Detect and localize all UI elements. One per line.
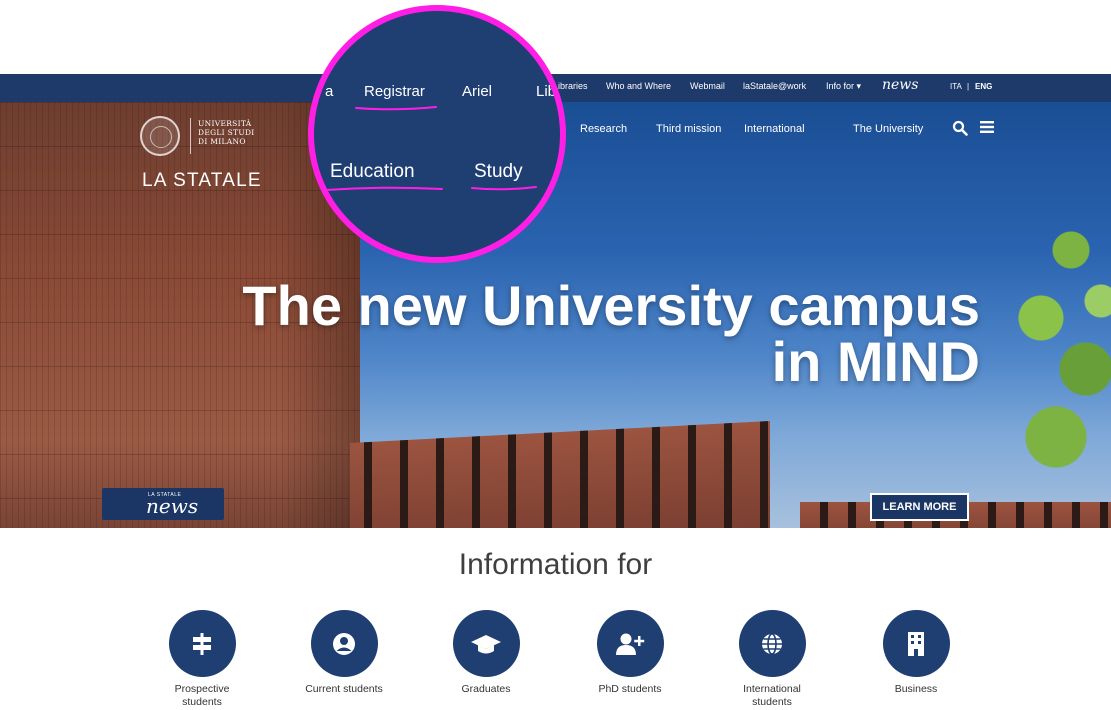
learn-more-button[interactable]: LEARN MORE xyxy=(870,493,969,521)
topbar-link-lastatale-work[interactable]: laStatale@work xyxy=(743,81,806,91)
lang-separator: | xyxy=(967,82,970,91)
magnified-nav-study[interactable]: Study xyxy=(474,161,523,183)
topbar-link-webmail[interactable]: Webmail xyxy=(690,81,725,91)
lang-ita[interactable]: ITA xyxy=(950,82,962,91)
magnified-link-partial[interactable]: a xyxy=(325,83,333,100)
building-icon xyxy=(882,610,950,677)
info-label-phd: PhD students xyxy=(598,683,662,695)
university-logo[interactable]: UNIVERSITÀ DEGLI STUDI DI MILANO LA STAT… xyxy=(140,116,300,196)
user-plus-icon xyxy=(596,610,664,677)
education-underline-annotation xyxy=(325,186,443,191)
registrar-underline-annotation xyxy=(355,106,437,111)
info-international-students[interactable]: International students xyxy=(712,610,832,709)
info-label-international: International students xyxy=(743,683,801,708)
hero-building-low xyxy=(350,420,770,528)
info-business[interactable]: Business xyxy=(856,610,976,696)
globe-icon xyxy=(738,610,806,677)
info-label-graduates: Graduates xyxy=(461,683,511,695)
information-for-heading: Information for xyxy=(458,548,653,581)
magnifier-highlight: a Registrar Ariel Lib Education Study xyxy=(308,5,566,263)
logo-line-3: DI MILANO xyxy=(198,137,246,146)
headline-line-2: in MIND xyxy=(771,330,980,393)
logo-line-2: DEGLI STUDI xyxy=(198,128,255,137)
topbar-link-who-and-where[interactable]: Who and Where xyxy=(606,81,671,91)
magnified-nav-education[interactable]: Education xyxy=(330,161,415,183)
signpost-icon xyxy=(168,610,236,677)
info-prospective-students[interactable]: Prospective students xyxy=(142,610,262,709)
magnified-link-ariel[interactable]: Ariel xyxy=(462,83,492,100)
nav-third-mission[interactable]: Third mission xyxy=(656,123,721,135)
hero-trees xyxy=(981,182,1111,522)
search-icon[interactable] xyxy=(952,120,968,136)
info-label-prospective: Prospective students xyxy=(174,683,230,708)
info-graduates[interactable]: Graduates xyxy=(426,610,546,696)
hero-headline: The new University campus in MIND xyxy=(180,278,980,390)
news-badge[interactable]: LA STATALE news xyxy=(102,488,224,520)
topbar-link-info-for[interactable]: Info for ▾ xyxy=(826,81,861,92)
info-label-business: Business xyxy=(894,683,938,695)
info-phd-students[interactable]: PhD students xyxy=(570,610,690,696)
info-current-students[interactable]: Current students xyxy=(284,610,404,696)
study-underline-annotation xyxy=(471,186,537,191)
graduation-cap-icon xyxy=(452,610,520,677)
user-icon xyxy=(310,610,378,677)
lang-eng[interactable]: ENG xyxy=(975,82,992,91)
headline-line-1: The new University campus xyxy=(242,274,980,337)
magnified-link-libraries[interactable]: Lib xyxy=(536,83,556,100)
logo-divider xyxy=(190,118,191,154)
nav-the-university[interactable]: The University xyxy=(853,123,923,135)
topbar-news-logo[interactable]: news xyxy=(882,77,918,93)
logo-line-1: UNIVERSITÀ xyxy=(198,119,252,128)
info-label-current: Current students xyxy=(305,683,383,695)
nav-international[interactable]: International xyxy=(744,123,805,135)
logo-wordmark: LA STATALE xyxy=(142,170,262,191)
news-badge-logo: news xyxy=(146,494,199,518)
hamburger-menu-icon[interactable] xyxy=(980,121,994,133)
nav-research[interactable]: Research xyxy=(580,123,627,135)
magnified-link-registrar[interactable]: Registrar xyxy=(364,83,425,100)
university-seal-icon xyxy=(140,116,180,156)
